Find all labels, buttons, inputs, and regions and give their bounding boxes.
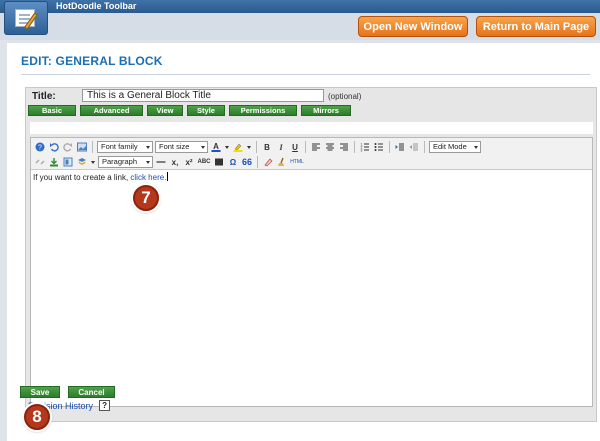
horizontal-rule-icon[interactable] — [155, 156, 167, 168]
tab-mirrors[interactable]: Mirrors — [301, 105, 351, 116]
toolbar-separator — [305, 141, 306, 153]
title-label: Title: — [32, 91, 56, 102]
svg-text:?: ? — [38, 145, 42, 152]
blockquote-button[interactable]: 66 — [241, 156, 253, 168]
help-circle-icon[interactable]: ? — [34, 141, 46, 153]
font-size-select[interactable]: Font size — [155, 141, 208, 153]
toolbar-separator — [354, 141, 355, 153]
editor-frame: Title: (optional) Basic Advanced View St… — [25, 87, 597, 422]
tab-bar: Basic Advanced View Style Permissions Mi… — [28, 105, 351, 117]
toolbar-row-1: ? Font family Font size A B I U 1 2 3 Ed… — [34, 140, 481, 154]
text-cursor — [167, 172, 169, 181]
special-character-button[interactable]: Ω — [227, 156, 239, 168]
insert-link-icon[interactable] — [48, 156, 60, 168]
toolbar-separator — [424, 141, 425, 153]
anchor-icon[interactable] — [62, 156, 74, 168]
form-actions: Save Cancel — [20, 386, 115, 398]
main-panel: EDIT: GENERAL BLOCK Title: (optional) Ba… — [7, 43, 600, 441]
cancel-button[interactable]: Cancel — [68, 386, 115, 398]
divider — [21, 74, 590, 75]
tab-permissions[interactable]: Permissions — [229, 105, 297, 116]
underline-button[interactable]: U — [289, 141, 301, 153]
editor-content[interactable]: If you want to create a link, click here… — [33, 172, 169, 182]
cleanup-icon[interactable] — [276, 156, 288, 168]
outdent-icon[interactable] — [408, 141, 420, 153]
styles-icon[interactable] — [76, 156, 88, 168]
highlight-dropdown-icon[interactable] — [246, 141, 252, 153]
svg-text:A: A — [213, 142, 219, 151]
step-7-marker: 7 — [133, 185, 159, 211]
return-to-main-page-button[interactable]: Return to Main Page — [476, 16, 596, 37]
image-icon[interactable] — [76, 141, 88, 153]
italic-button[interactable]: I — [275, 141, 287, 153]
paragraph-format-select[interactable]: Paragraph — [98, 156, 153, 168]
styles-dropdown-icon[interactable] — [90, 156, 96, 168]
app-title: HotDoodle Toolbar — [56, 1, 137, 11]
content-text: If you want to create a link, — [33, 173, 129, 182]
remove-format-icon[interactable] — [262, 156, 274, 168]
optional-note: (optional) — [328, 92, 362, 101]
help-icon[interactable]: ? — [99, 400, 111, 411]
page-title: EDIT: GENERAL BLOCK — [21, 54, 163, 68]
tab-style[interactable]: Style — [187, 105, 225, 116]
toolbar-separator — [257, 156, 258, 168]
edit-mode-select[interactable]: Edit Mode — [429, 141, 481, 153]
save-button[interactable]: Save — [20, 386, 60, 398]
toolbar-separator — [92, 141, 93, 153]
spellcheck-button[interactable]: ABC — [197, 156, 211, 168]
title-row: Title: (optional) — [26, 88, 596, 104]
superscript-button[interactable]: x² — [183, 156, 195, 168]
highlight-color-icon[interactable] — [232, 141, 244, 153]
align-center-icon[interactable] — [324, 141, 336, 153]
hotdoodle-logo-icon — [4, 1, 48, 35]
text-color-icon[interactable]: A — [210, 141, 222, 153]
top-bar: HotDoodle Toolbar Open New Window Return… — [0, 0, 600, 40]
click-here-link[interactable]: click here. — [130, 173, 166, 182]
tab-advanced[interactable]: Advanced — [80, 105, 143, 116]
title-input[interactable] — [82, 89, 324, 102]
editor-toolbar: ? Font family Font size A B I U 1 2 3 Ed… — [31, 138, 592, 170]
unlink-icon[interactable] — [34, 156, 46, 168]
align-left-icon[interactable] — [310, 141, 322, 153]
redo-icon[interactable] — [62, 141, 74, 153]
html-source-button[interactable]: HTML — [290, 156, 304, 168]
open-new-window-button[interactable]: Open New Window — [358, 16, 468, 37]
tab-view[interactable]: View — [147, 105, 183, 116]
undo-icon[interactable] — [48, 141, 60, 153]
bullet-list-icon[interactable] — [373, 141, 385, 153]
font-family-select[interactable]: Font family — [97, 141, 153, 153]
tab-basic[interactable]: Basic — [28, 105, 76, 116]
tab-content-band — [30, 122, 593, 134]
svg-text:3: 3 — [361, 149, 363, 153]
toolbar-row-2: Paragraph x, x² ABC Ω 66 HTML — [34, 155, 304, 169]
toolbar-separator — [256, 141, 257, 153]
toolbar-separator — [389, 141, 390, 153]
step-8-marker: 8 — [24, 404, 50, 430]
indent-icon[interactable] — [394, 141, 406, 153]
align-right-icon[interactable] — [338, 141, 350, 153]
numbered-list-icon[interactable]: 123 — [359, 141, 371, 153]
table-icon[interactable] — [213, 156, 225, 168]
subscript-button[interactable]: x, — [169, 156, 181, 168]
rich-text-editor[interactable]: ? Font family Font size A B I U 1 2 3 Ed… — [30, 137, 593, 407]
bold-button[interactable]: B — [261, 141, 273, 153]
text-color-dropdown-icon[interactable] — [224, 141, 230, 153]
